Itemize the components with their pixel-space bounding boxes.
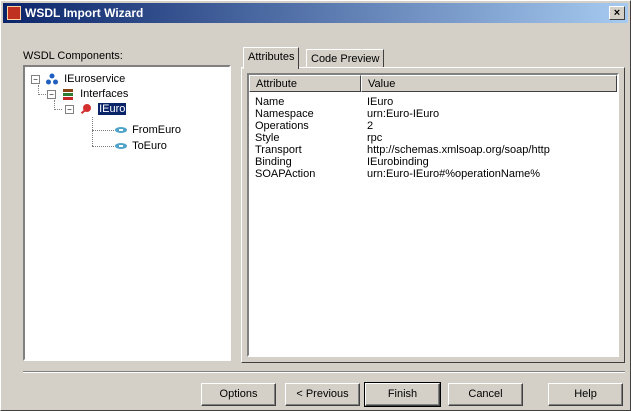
value-cell: IEurobinding	[367, 156, 429, 168]
tree-node-ieuro[interactable]: − IEuro	[65, 102, 127, 116]
collapse-toggle[interactable]: −	[65, 104, 74, 114]
help-button[interactable]: Help	[548, 383, 623, 406]
tree-node-toeuro[interactable]: ToEuro	[114, 139, 167, 153]
tree-connector	[54, 109, 62, 110]
window-title: WSDL Import Wizard	[25, 6, 144, 20]
collapse-toggle[interactable]: −	[47, 89, 56, 99]
tree-node-label: Interfaces	[80, 88, 129, 101]
attribute-cell: SOAPAction	[255, 168, 316, 180]
attribute-cell: Name	[255, 96, 285, 108]
wsdl-import-wizard-window: WSDL Import Wizard × WSDL Components: − …	[0, 0, 631, 411]
close-button[interactable]: ×	[609, 6, 625, 20]
tab-code-preview[interactable]: Code Preview	[306, 49, 385, 68]
interfaces-icon	[62, 88, 74, 101]
column-header-value[interactable]: Value	[361, 75, 617, 92]
attribute-cell: Style	[255, 132, 280, 144]
attributes-list[interactable]: Attribute Value Name IEuro Namespace urn…	[247, 73, 619, 357]
tree-node-interfaces[interactable]: − Interfaces	[47, 87, 128, 101]
value-cell: urn:Euro-IEuro#%operationName%	[367, 168, 541, 180]
value-cell: rpc	[367, 132, 383, 144]
tree-node-label: IEuro	[98, 103, 127, 116]
attribute-cell: Binding	[255, 156, 292, 168]
tree-connector	[92, 117, 93, 146]
value-cell: 2	[367, 120, 374, 132]
interface-icon	[80, 103, 92, 115]
wsdl-components-label: WSDL Components:	[23, 50, 123, 62]
attribute-cell: Namespace	[255, 108, 314, 120]
previous-button[interactable]: < Previous	[285, 383, 360, 406]
attribute-cell: Operations	[255, 120, 309, 132]
tree-node-fromeuro[interactable]: FromEuro	[114, 123, 181, 137]
tree-connector	[38, 85, 39, 93]
tree-node-ieuroservice[interactable]: − IEuroservice	[31, 72, 125, 86]
tree-connector	[38, 94, 46, 95]
title-bar: WSDL Import Wizard ×	[3, 3, 628, 23]
value-cell: IEuro	[367, 96, 394, 108]
tree-connector	[54, 100, 55, 108]
collapse-toggle[interactable]: −	[31, 74, 40, 84]
attribute-cell: Transport	[255, 144, 302, 156]
tab-attributes[interactable]: Attributes	[243, 47, 300, 69]
tree-node-label: IEuroservice	[64, 73, 126, 86]
finish-button[interactable]: Finish	[364, 382, 441, 407]
tree-connector	[92, 130, 114, 131]
button-separator	[23, 371, 625, 373]
column-header-attribute[interactable]: Attribute	[249, 75, 361, 92]
wizard-app-icon	[7, 6, 21, 20]
wsdl-components-tree[interactable]: − IEuroservice − Interfaces − IEuro From…	[23, 65, 231, 361]
service-icon	[46, 73, 59, 85]
tree-connector	[92, 146, 114, 147]
value-cell: http://schemas.xmlsoap.org/soap/http	[367, 144, 550, 156]
options-button[interactable]: Options	[201, 383, 276, 406]
tree-node-label: ToEuro	[132, 140, 167, 153]
tree-node-label: FromEuro	[132, 124, 181, 137]
method-icon	[114, 124, 127, 136]
cancel-button[interactable]: Cancel	[448, 383, 523, 406]
value-cell: urn:Euro-IEuro	[367, 108, 440, 120]
method-icon	[114, 140, 127, 152]
